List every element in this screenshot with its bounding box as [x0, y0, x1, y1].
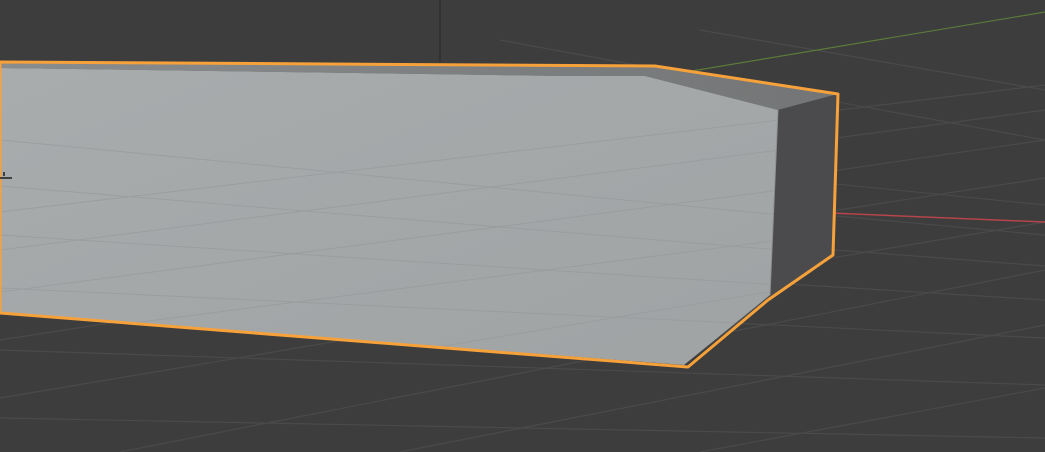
y-axis-line — [649, 11, 1045, 79]
viewport-canvas[interactable] — [0, 0, 1045, 452]
selected-box-object[interactable] — [0, 60, 840, 400]
box-front-face — [0, 68, 778, 365]
3d-viewport[interactable] — [0, 0, 1045, 452]
